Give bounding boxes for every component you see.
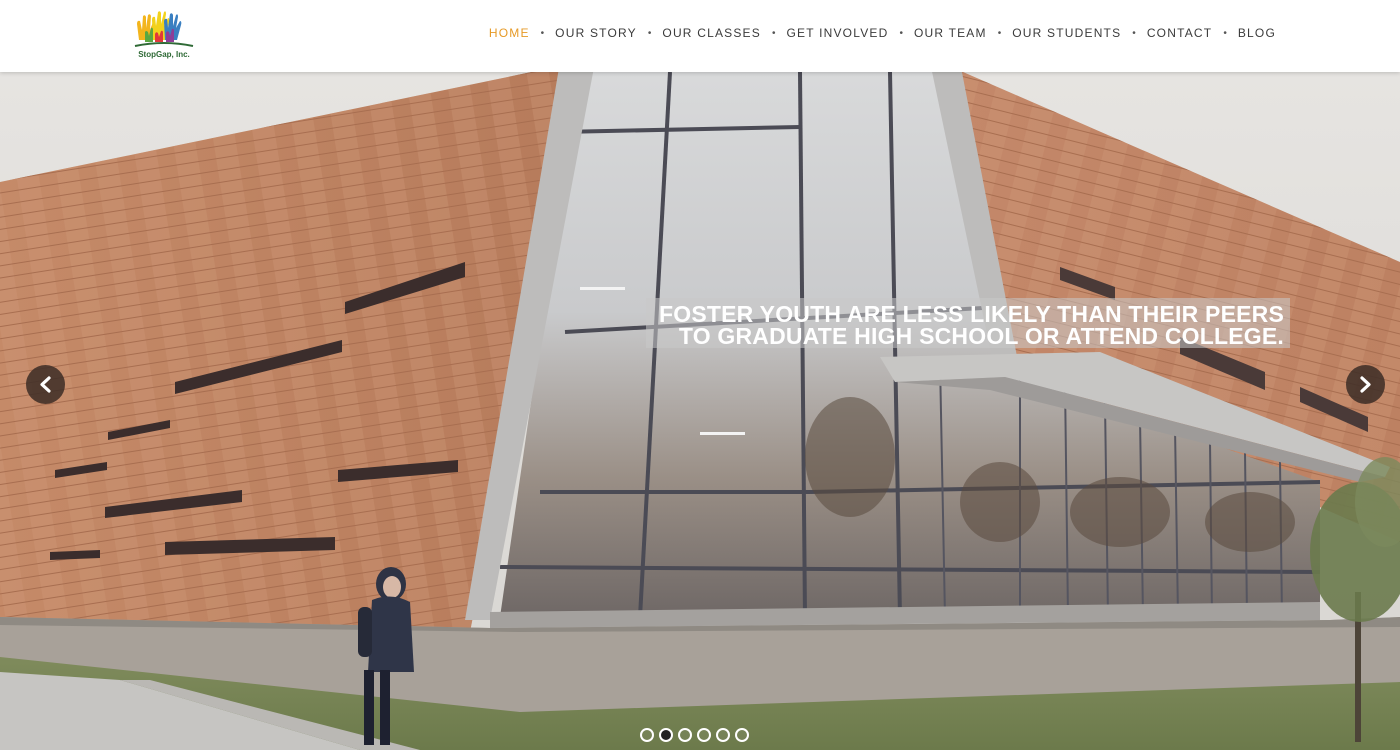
slide-pagination xyxy=(640,728,754,742)
nav-item-our-classes[interactable]: OUR CLASSES xyxy=(662,26,761,40)
slide-caption: FOSTER YOUTH ARE LESS LIKELY THAN THEIR … xyxy=(646,298,1290,348)
hands-logo-icon xyxy=(134,11,194,47)
nav-item-home[interactable]: HOME xyxy=(489,26,530,40)
slide-dot-1[interactable] xyxy=(640,728,654,742)
nav-item-our-team[interactable]: OUR TEAM xyxy=(914,26,987,40)
slide-dot-6[interactable] xyxy=(735,728,749,742)
building-photo xyxy=(0,72,1400,750)
nav-separator: • xyxy=(1223,27,1227,39)
slide-dot-4[interactable] xyxy=(697,728,711,742)
slide-dot-5[interactable] xyxy=(716,728,730,742)
main-nav: HOME • OUR STORY • OUR CLASSES • GET INV… xyxy=(489,24,1276,42)
chevron-left-icon xyxy=(40,376,51,393)
nav-separator: • xyxy=(540,27,545,39)
stopgap-logo[interactable]: StopGap, Inc. xyxy=(133,6,195,62)
nav-separator: • xyxy=(899,27,903,39)
caption-line-2: TO GRADUATE HIGH SCHOOL OR ATTEND COLLEG… xyxy=(678,323,1284,349)
hero-slider: FOSTER YOUTH ARE LESS LIKELY THAN THEIR … xyxy=(0,72,1400,750)
nav-item-contact[interactable]: CONTACT xyxy=(1147,26,1213,40)
slide-dot-2[interactable] xyxy=(659,728,673,742)
slide-dot-3[interactable] xyxy=(678,728,692,742)
nav-item-get-involved[interactable]: GET INVOLVED xyxy=(786,26,888,40)
nav-separator: • xyxy=(997,27,1002,39)
caption-line-1: FOSTER YOUTH ARE LESS LIKELY THAN THEIR … xyxy=(659,301,1284,327)
chevron-right-icon xyxy=(1360,376,1371,393)
site-header: StopGap, Inc. HOME • OUR STORY • OUR CLA… xyxy=(0,0,1400,72)
nav-item-our-students[interactable]: OUR STUDENTS xyxy=(1012,26,1121,40)
nav-separator: • xyxy=(1132,27,1136,39)
prev-slide-button[interactable] xyxy=(26,365,65,404)
nav-separator: • xyxy=(647,27,652,39)
next-slide-button[interactable] xyxy=(1346,365,1385,404)
nav-separator: • xyxy=(771,27,776,39)
logo-text: StopGap, Inc. xyxy=(138,50,190,59)
nav-item-our-story[interactable]: OUR STORY xyxy=(555,26,637,40)
nav-item-blog[interactable]: BLOG xyxy=(1238,26,1276,40)
